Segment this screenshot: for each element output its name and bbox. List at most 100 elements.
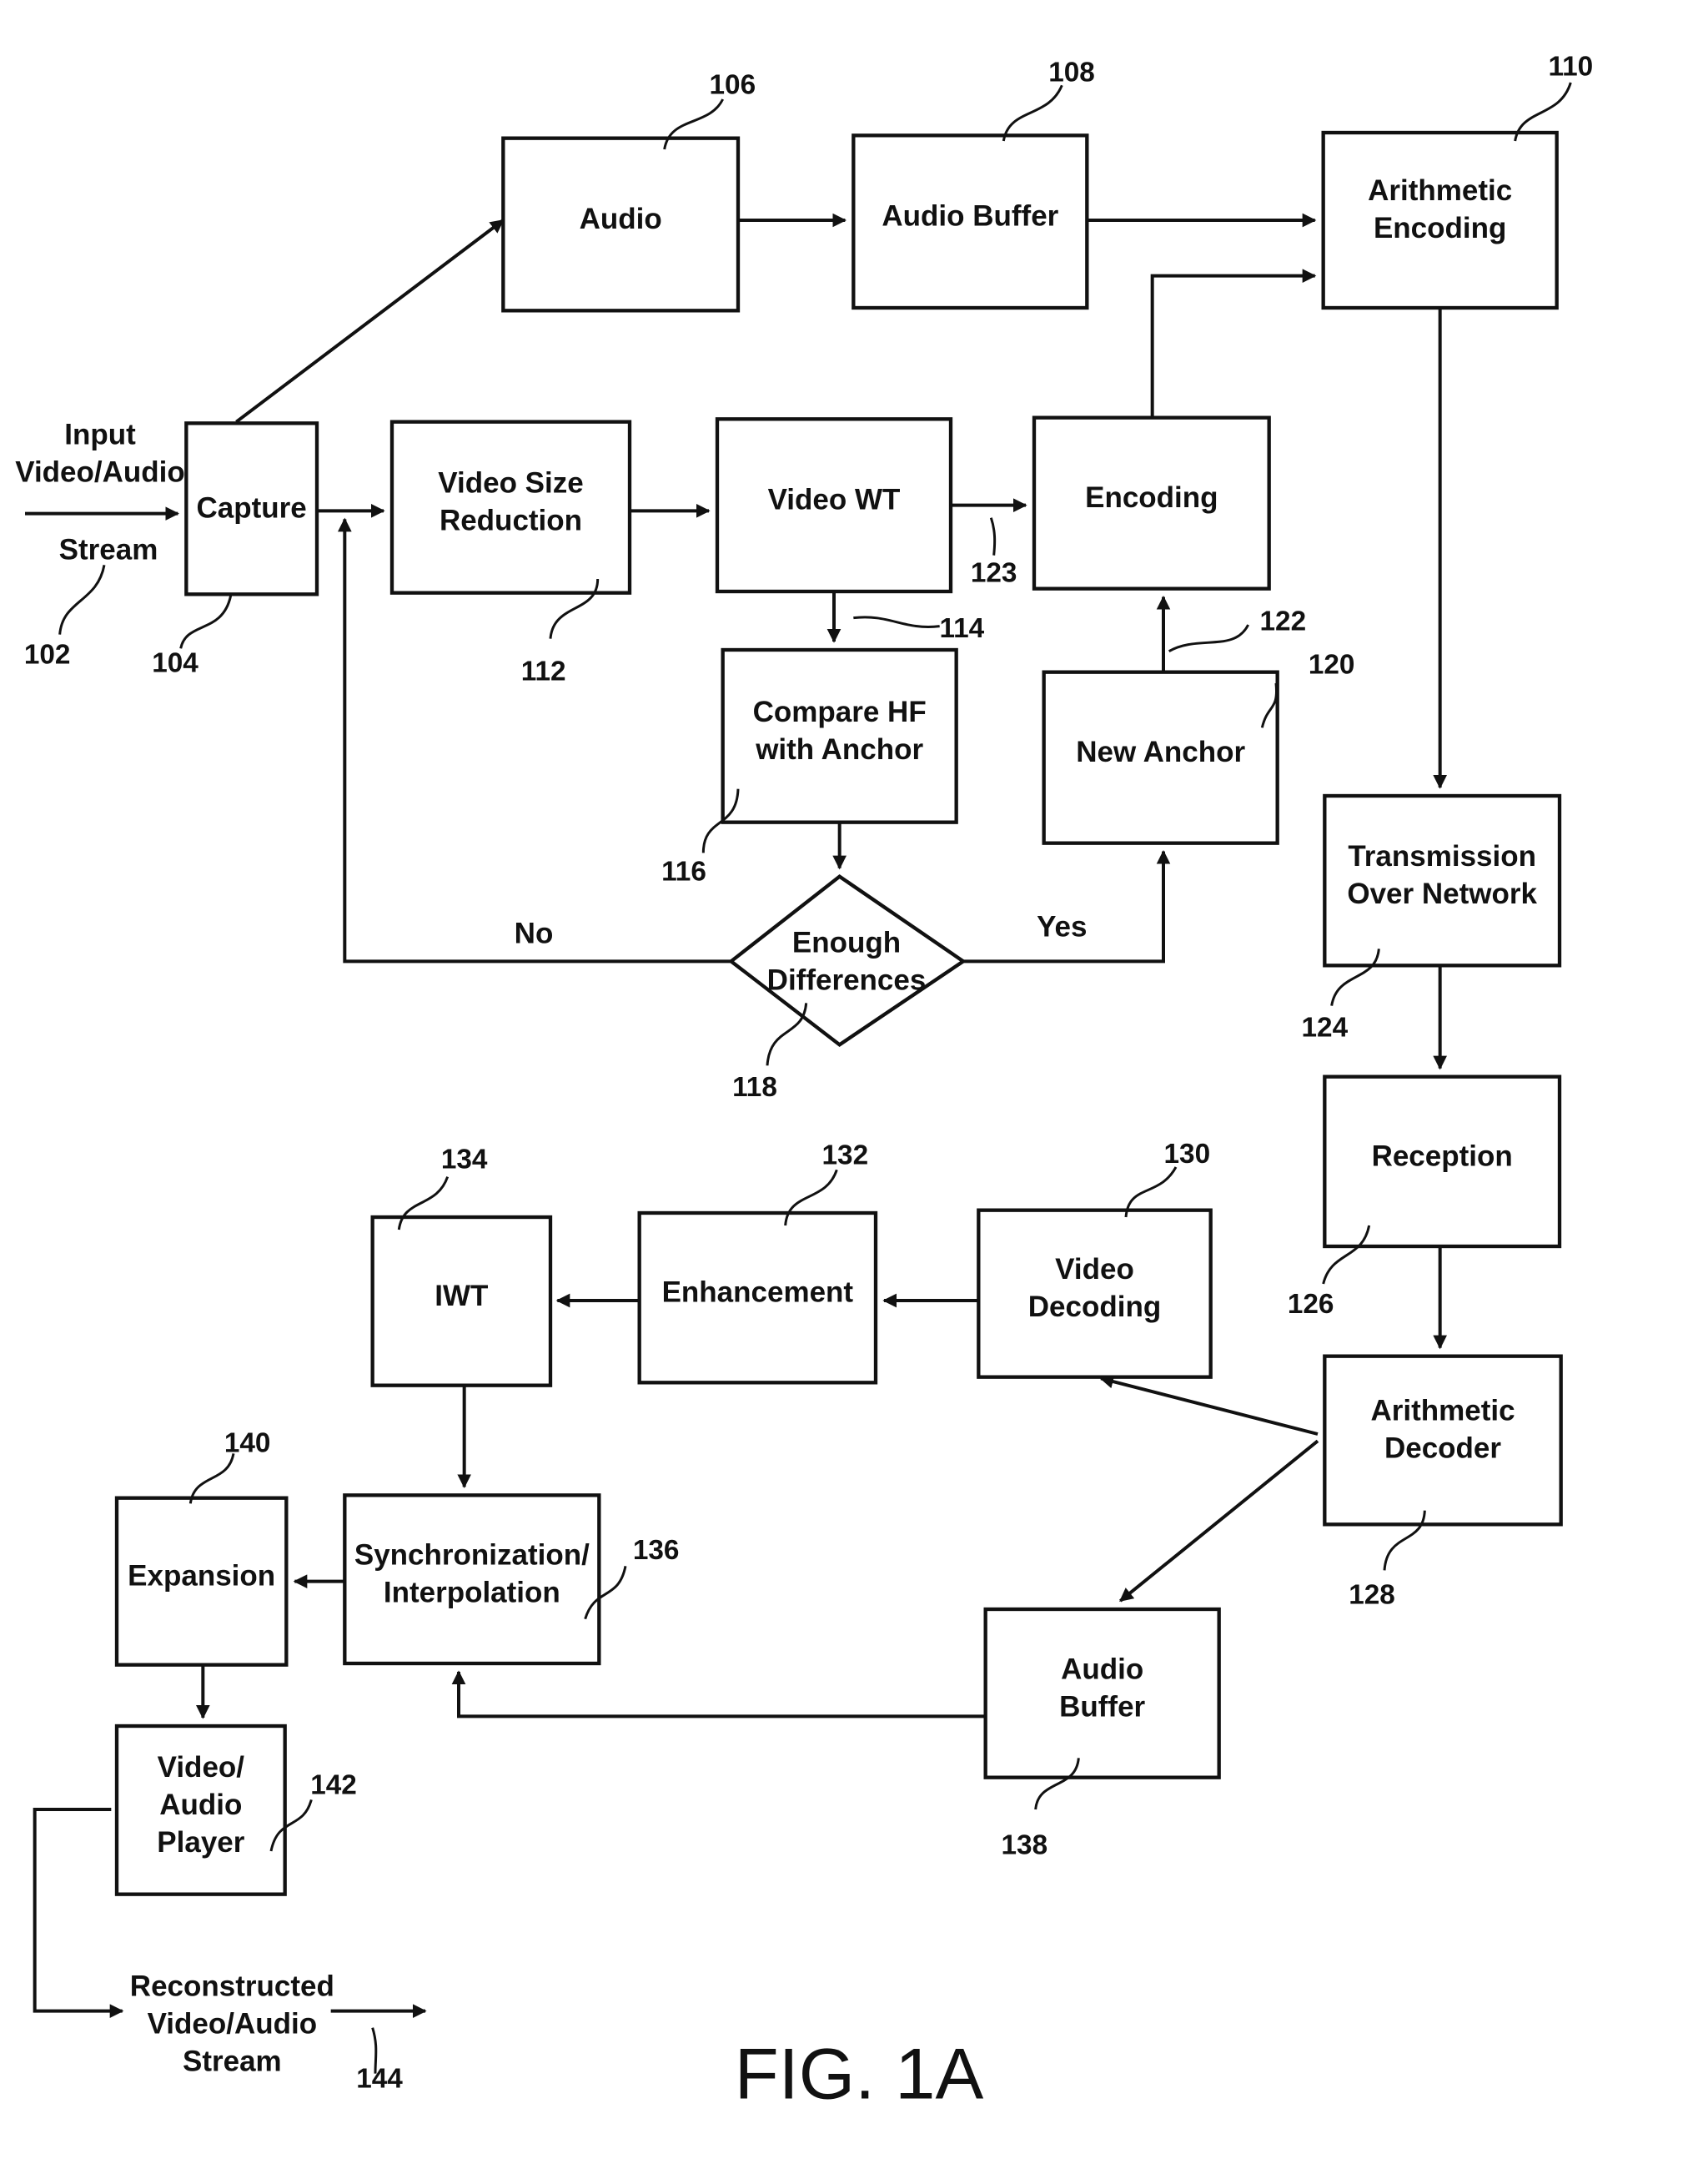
block-label: Player [157,1826,244,1859]
block-label: IWT [435,1280,488,1312]
connector-arrow [1119,1439,1319,1603]
ref-number-126: 126 [1288,1289,1334,1320]
block-label: Audio [1061,1653,1143,1685]
block-label: Over Network [1347,878,1537,910]
connector-arrow [963,849,1171,964]
block-audio-buffer2: Audio Buffer [983,1607,1221,1779]
block-arith-enc: Arithmetic Encoding [1321,130,1559,310]
ref-number-116: 116 [661,857,706,888]
decision-yes-label: Yes [1037,910,1087,943]
block-label: with Anchor [755,733,923,766]
block-label: New Anchor [1076,736,1245,768]
block-label: Video Size [438,467,583,500]
ref-number-142: 142 [310,1770,357,1801]
flow-diagram: Capture Audio Audio Buffer Arithmetic Encodi… [15,52,1593,2115]
ref-number-114: 114 [939,613,984,644]
block-label: Audio Buffer [882,200,1058,233]
ref-number-123: 123 [971,557,1017,588]
ref-number-104: 104 [152,648,198,679]
ref-number-102: 102 [24,640,71,671]
block-capture: Capture [184,421,319,596]
block-label: Compare HF [753,696,927,728]
ref-number-110: 110 [1548,52,1593,83]
block-expansion: Expansion [114,1496,289,1667]
block-new-anchor: New Anchor [1042,670,1279,845]
ref-number-140: 140 [224,1428,271,1459]
block-label: Audio [159,1789,242,1821]
connector-arrow [451,1670,986,1719]
ref-number-108: 108 [1048,57,1095,88]
block-label: Encoding [1374,212,1506,244]
ref-number-120: 120 [1309,649,1355,680]
block-label: Arithmetic [1370,1394,1515,1427]
leader-line [1168,624,1250,652]
block-player: Video/Audio Player [114,1724,287,1896]
block-video-dec: Video Decoding [977,1208,1213,1379]
ref-number-134: 134 [441,1145,488,1175]
block-label: Decoding [1028,1291,1161,1323]
connector-arrow [33,1808,124,2018]
input-stream-label: Input Video/Audio Stream [15,418,185,566]
block-label: Video/ [158,1751,245,1784]
block-enhancement: Enhancement [637,1210,878,1385]
block-reception: Reception [1323,1074,1562,1249]
connector-arrow [1099,1374,1319,1436]
block-label: Audio [580,203,662,235]
output-stream-line: Reconstructed [130,1970,334,2002]
decision-no-label: No [515,918,554,950]
input-stream-line: Video/Audio [15,455,185,488]
input-stream-line: Stream [59,534,158,566]
block-label: Video [1055,1253,1134,1286]
block-label: Arithmetic [1368,174,1512,207]
ref-number-132: 132 [822,1140,869,1171]
connector-arrow [235,219,505,424]
block-label: Expansion [128,1560,275,1593]
ref-number-122: 122 [1260,606,1307,637]
ref-number-138: 138 [1002,1829,1048,1860]
block-compare: Compare HF with Anchor [721,647,958,824]
block-audio: Audio [501,136,741,313]
block-label: Capture [197,492,307,525]
input-stream-line: Input [64,418,136,450]
block-arith-dec: Arithmetic Decoder [1323,1354,1563,1527]
block-vwt: Video WT [715,417,953,594]
ref-number-136: 136 [633,1535,680,1566]
ref-number-124: 124 [1302,1012,1349,1043]
block-label: Transmission [1348,840,1536,873]
block-audio-buffer: Audio Buffer [852,133,1089,310]
block-iwt: IWT [370,1215,553,1387]
figure-label: FIG. 1A [735,2035,984,2115]
decision-label: Enough [792,927,901,959]
leader-line [179,595,233,649]
output-stream-label: Reconstructed Video/Audio Stream [130,1970,334,2077]
block-label: Reduction [440,505,582,537]
block-label: Interpolation [384,1577,560,1609]
block-label: Synchronization/ [354,1539,590,1572]
output-stream-line: Stream [183,2045,282,2077]
ref-number-130: 130 [1164,1139,1211,1170]
output-stream-line: Video/Audio [148,2007,318,2040]
ref-number-106: 106 [710,69,756,100]
connector-arrow [1150,269,1317,418]
block-label: Buffer [1059,1690,1145,1723]
ref-number-128: 128 [1349,1579,1395,1610]
leader-line [853,616,940,628]
block-label: Video WT [768,484,901,516]
decision-diamond: Enough Differences [728,873,967,1048]
block-label: Reception [1372,1140,1513,1172]
block-label: Enhancement [662,1276,854,1309]
block-encoding: Encoding [1032,415,1271,591]
leader-line [58,565,106,635]
ref-number-118: 118 [732,1072,777,1103]
block-label: Encoding [1085,481,1218,514]
leader-line [989,517,997,556]
leader-line [1002,84,1063,142]
block-transmission: Transmission Over Network [1323,793,1562,968]
block-sync: Synchronization/Interpolation [343,1493,601,1666]
leader-line [188,1453,235,1504]
block-vsr: Video Size Reduction [389,420,632,595]
decision-label: Differences [767,964,927,997]
block-label: Decoder [1384,1432,1501,1464]
ref-number-144: 144 [356,2063,403,2094]
ref-number-112: 112 [521,657,566,687]
